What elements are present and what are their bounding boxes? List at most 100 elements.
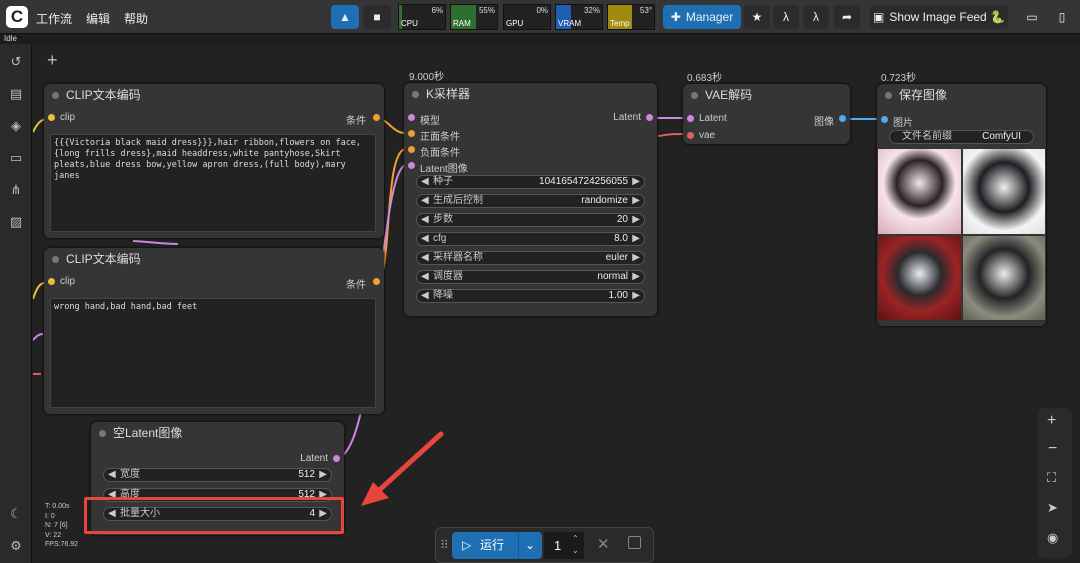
image-icon[interactable]: ▨ <box>8 214 24 230</box>
zoom-in-icon[interactable]: + <box>1047 412 1056 430</box>
vae-input-dot[interactable] <box>687 132 694 139</box>
preview-image[interactable] <box>878 235 961 320</box>
clip-text-encode-node-negative[interactable]: CLIP文本编码 clip 条件 wrong hand,bad hand,bad… <box>44 248 384 414</box>
scheduler-widget[interactable]: ◀ 调度器 normal ▶ <box>416 270 645 284</box>
top-bar: C 工作流 编辑 帮助 ▲ ■ CPU 6% RAM 55% GPU 0% VRAM 3… <box>0 0 1080 34</box>
image-feed-icon: ▣ <box>872 10 885 24</box>
moon-icon[interactable]: ☾ <box>8 506 24 522</box>
drag-handle-icon[interactable]: ⠿ <box>440 538 449 552</box>
chevron-down-icon[interactable]: ⌄ <box>518 532 535 559</box>
image-output-dot[interactable] <box>839 115 846 122</box>
graph-canvas[interactable]: + CLIP文本编码 clip 条件 {{{Victoria black mai… <box>33 44 1080 563</box>
denoise-widget[interactable]: ◀ 降噪 1.00 ▶ <box>416 289 645 303</box>
menu-edit[interactable]: 编辑 <box>86 10 110 27</box>
graph-stats: T: 0.00s I: 0 N: 7 [6] V: 22 FPS:76.92 <box>45 503 79 548</box>
clip-text-encode-node-positive[interactable]: CLIP文本编码 clip 条件 {{{Victoria black maid … <box>44 84 384 238</box>
pointer-icon[interactable]: ➤ <box>1047 500 1058 516</box>
positive-input-dot[interactable] <box>408 130 415 137</box>
preview-image[interactable] <box>962 235 1045 320</box>
puzzle-icon: ✚ <box>670 10 681 24</box>
node-title: 保存图像 <box>877 84 1046 106</box>
manager-button[interactable]: ✚ Manager <box>663 5 741 29</box>
node-title: 空Latent图像 <box>91 422 344 444</box>
temp-monitor: Temp 53° <box>607 4 655 30</box>
model-input-dot[interactable] <box>408 114 415 121</box>
cpu-monitor: CPU 6% <box>398 4 446 30</box>
prompt-textarea[interactable]: wrong hand,bad hand,bad feet <box>50 298 376 408</box>
panel-side-icon[interactable]: ▯ <box>1049 5 1075 29</box>
vae-decode-node[interactable]: VAE解码 Latent vae 图像 <box>683 84 850 144</box>
node-title: K采样器 <box>404 83 657 105</box>
share-icon[interactable]: ➦ <box>834 5 860 29</box>
eye-icon[interactable]: ◉ <box>1047 530 1058 546</box>
image-preview-grid <box>878 149 1045 320</box>
play-icon: ▷ <box>462 538 472 552</box>
positive-input-label: 正面条件 <box>420 132 460 143</box>
queue-bar: ⠿ ▷ 运行 ⌄ 1 ⌃ ⌄ ✕ <box>435 527 654 563</box>
condition-output-dot[interactable] <box>373 278 380 285</box>
lambda-icon[interactable]: λ <box>773 5 799 29</box>
execution-time: 0.723秒 <box>881 73 917 84</box>
canvas-toolbar: + − ⛶ ➤ ◉ <box>1038 408 1072 558</box>
gpu-monitor: GPU 0% <box>503 4 551 30</box>
model-input-label: 模型 <box>420 116 440 127</box>
add-node-icon[interactable]: + <box>47 50 58 71</box>
control-after-generate-widget[interactable]: ◀ 生成后控制 randomize ▶ <box>416 194 645 208</box>
lambda-alt-icon[interactable]: λ <box>803 5 829 29</box>
latent-output-dot[interactable] <box>333 455 340 462</box>
comfy-logo[interactable]: C <box>6 6 28 28</box>
sampler-name-widget[interactable]: ◀ 采样器名称 euler ▶ <box>416 251 645 265</box>
ksampler-node[interactable]: K采样器 模型 正面条件 负面条件 Latent图像 Latent ◀ 种子 104… <box>404 83 657 316</box>
latent-input-dot[interactable] <box>408 162 415 169</box>
clip-input-dot[interactable] <box>48 114 55 121</box>
queue-icon[interactable]: ▲ <box>331 5 359 29</box>
latent-input-dot[interactable] <box>687 115 694 122</box>
panel-bottom-icon[interactable]: ▭ <box>1019 5 1045 29</box>
star-icon[interactable]: ★ <box>744 5 770 29</box>
zoom-out-icon[interactable]: − <box>1048 440 1057 458</box>
save-image-node[interactable]: 保存图像 图片 文件名前缀 ComfyUI <box>877 84 1046 326</box>
images-input-dot[interactable] <box>881 116 888 123</box>
clip-input-label: clip <box>60 112 76 123</box>
file-icon[interactable]: ▤ <box>8 86 24 102</box>
latent-output-dot[interactable] <box>646 114 653 121</box>
vae-input-label: vae <box>699 130 716 141</box>
run-button[interactable]: ▷ 运行 ⌄ <box>452 532 542 559</box>
gear-icon[interactable]: ⚙ <box>8 538 24 554</box>
cancel-icon[interactable]: ✕ <box>597 535 610 553</box>
fit-view-icon[interactable]: ⛶ <box>1047 470 1056 486</box>
images-input-label: 图片 <box>893 118 913 129</box>
node-title: CLIP文本编码 <box>44 248 384 270</box>
history-icon[interactable]: ↺ <box>8 54 24 70</box>
cfg-widget[interactable]: ◀ cfg 8.0 ▶ <box>416 232 645 246</box>
preview-image[interactable] <box>878 149 961 234</box>
execution-time: 0.683秒 <box>687 73 723 84</box>
show-image-feed-button[interactable]: ▣ Show Image Feed 🐍 <box>870 5 1008 29</box>
menu-help[interactable]: 帮助 <box>124 10 148 27</box>
stepper-icon[interactable]: ⌃ ⌄ <box>572 533 579 557</box>
condition-output-dot[interactable] <box>373 114 380 121</box>
latent-input-label: Latent图像 <box>420 164 468 175</box>
menu-workflow[interactable]: 工作流 <box>36 10 72 27</box>
clip-input-dot[interactable] <box>48 278 55 285</box>
execution-time: 9.000秒 <box>409 72 445 83</box>
graph-icon[interactable]: ⋔ <box>8 182 24 198</box>
node-title: VAE解码 <box>683 84 850 106</box>
clip-input-label: clip <box>60 276 76 287</box>
filename-prefix-widget[interactable]: 文件名前缀 ComfyUI <box>889 130 1034 144</box>
width-widget[interactable]: ◀ 宽度 512 ▶ <box>103 468 332 482</box>
preview-image[interactable] <box>962 149 1045 234</box>
negative-input-dot[interactable] <box>408 146 415 153</box>
vram-monitor: VRAM 32% <box>555 4 603 30</box>
seed-widget[interactable]: ◀ 种子 1041654724256055 ▶ <box>416 175 645 189</box>
bookmark-icon[interactable]: ■ <box>363 5 391 29</box>
stop-icon[interactable] <box>628 536 641 549</box>
sidebar: ↺ ▤ ◈ ▭ ⋔ ▨ ☾ ⚙ <box>0 44 32 563</box>
latent-output-label: Latent <box>300 453 328 464</box>
cube-icon[interactable]: ◈ <box>8 118 24 134</box>
steps-widget[interactable]: ◀ 步数 20 ▶ <box>416 213 645 227</box>
node-title: CLIP文本编码 <box>44 84 384 106</box>
prompt-textarea[interactable]: {{{Victoria black maid dress}}},hair rib… <box>50 134 376 232</box>
folder-icon[interactable]: ▭ <box>8 150 24 166</box>
negative-input-label: 负面条件 <box>420 148 460 159</box>
